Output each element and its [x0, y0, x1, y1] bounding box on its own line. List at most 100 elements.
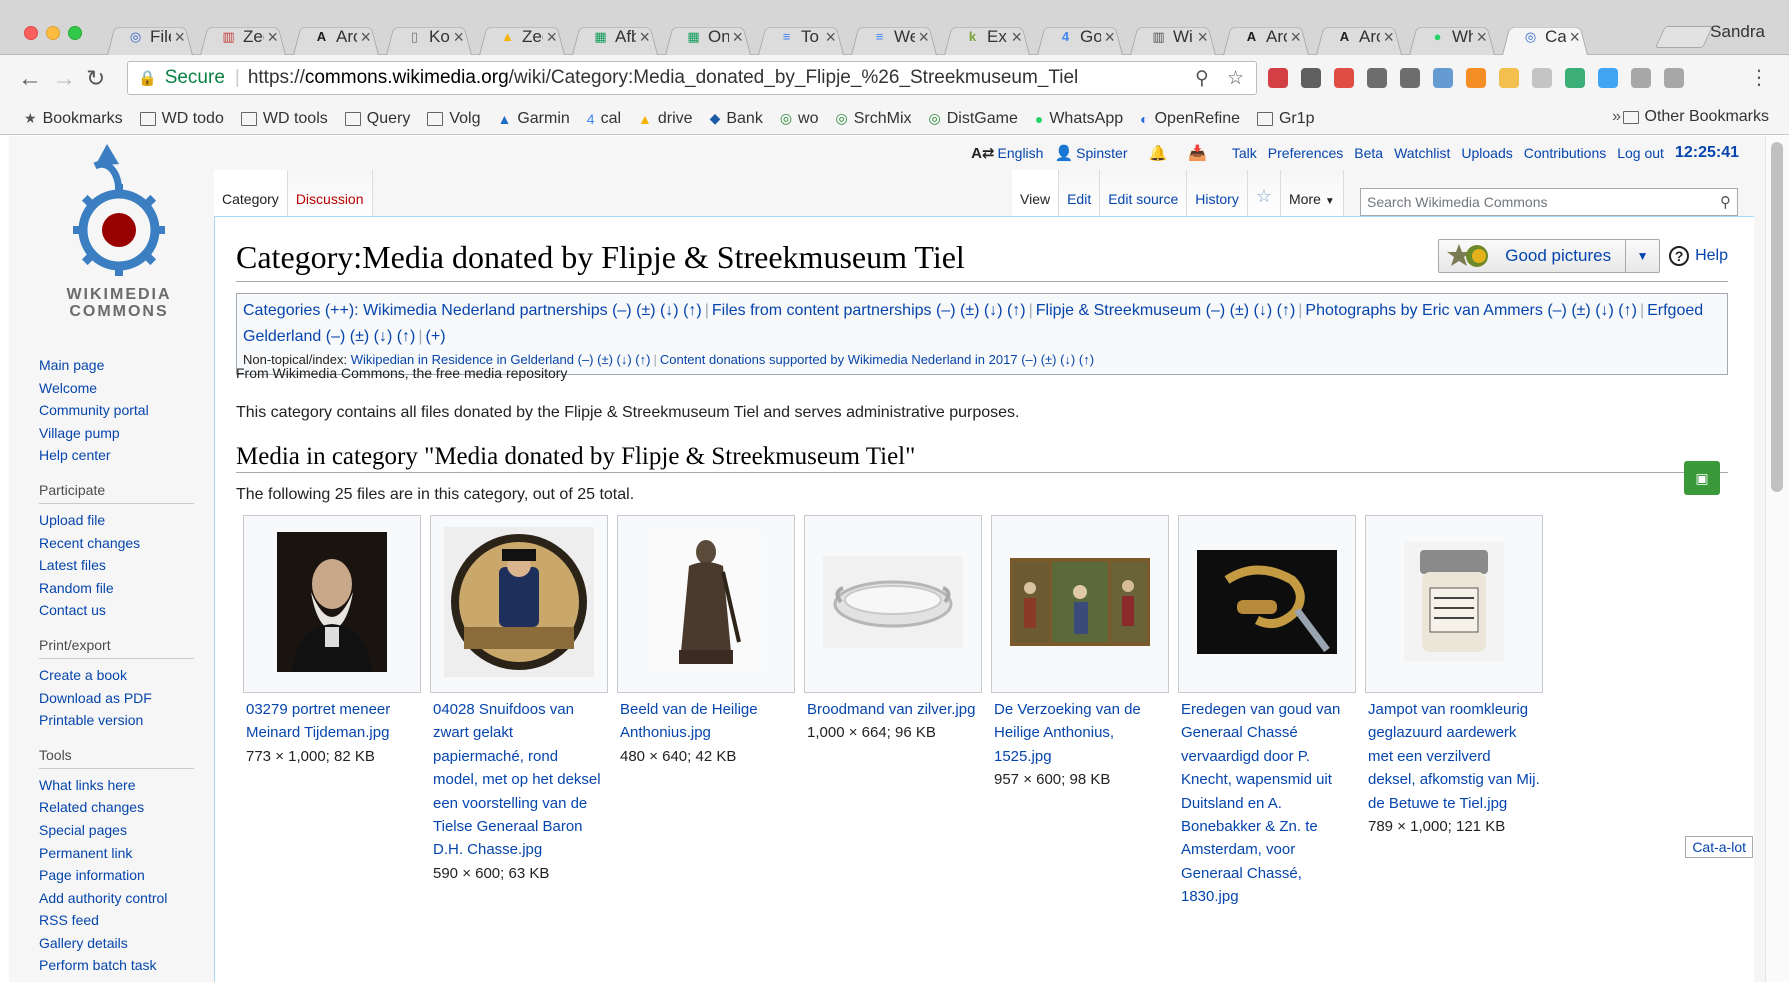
- calendar-badge-icon[interactable]: [1334, 68, 1354, 88]
- close-icon[interactable]: ×: [1569, 27, 1580, 48]
- notifications-bell-icon[interactable]: 🔔: [1149, 144, 1168, 162]
- search-icon[interactable]: ⚲: [1720, 193, 1731, 211]
- bookmark-item[interactable]: ◎ SrchMix: [836, 110, 912, 128]
- cat-a-lot-button[interactable]: Cat-a-lot: [1685, 836, 1753, 858]
- menu-icon[interactable]: ⋮: [1749, 65, 1769, 90]
- bookmark-item[interactable]: WD tools: [240, 110, 328, 128]
- minimize-window-button[interactable]: [46, 26, 60, 40]
- nontopical-category-link[interactable]: Content donations supported by Wikimedia…: [660, 352, 1018, 367]
- hotcat-tools[interactable]: (–) (±) (↓) (↑): [1206, 302, 1296, 319]
- gallery-thumbnail[interactable]: [804, 515, 982, 693]
- close-icon[interactable]: ×: [546, 27, 557, 48]
- sidebar-item-main-page[interactable]: Main page: [39, 354, 209, 377]
- good-pictures-button[interactable]: Good pictures ▼: [1438, 239, 1661, 273]
- notices-inbox-icon[interactable]: 📥: [1188, 144, 1207, 162]
- file-name-link[interactable]: Jampot van roomkleurig geglazuurd aardew…: [1368, 698, 1540, 815]
- utc-clock[interactable]: 12:25:41: [1675, 144, 1739, 162]
- sidebar-item-random-file[interactable]: Random file: [39, 577, 209, 600]
- gallery-thumbnail[interactable]: [430, 515, 608, 693]
- tab-more[interactable]: More ▼: [1280, 170, 1344, 218]
- reload-button[interactable]: ↻: [86, 65, 105, 92]
- bookmark-star-icon[interactable]: ☆: [1227, 67, 1244, 90]
- sidebar-item-contact-us[interactable]: Contact us: [39, 599, 209, 622]
- browser-tab[interactable]: ≡ To ×: [754, 18, 848, 55]
- category-link[interactable]: Flipje & Streekmuseum: [1036, 302, 1201, 319]
- evernote-icon[interactable]: [1301, 68, 1321, 88]
- personal-link-log-out[interactable]: Log out: [1617, 145, 1664, 161]
- browser-tab[interactable]: ▥ Wik×: [1126, 18, 1220, 55]
- browser-tab[interactable]: ▥ Zee×: [196, 18, 290, 55]
- tab-discussion[interactable]: Discussion: [287, 170, 373, 218]
- personal-link-contributions[interactable]: Contributions: [1524, 145, 1607, 161]
- file-name-link[interactable]: Broodmand van zilver.jpg: [807, 698, 979, 721]
- browser-tab[interactable]: 4 Goo×: [1033, 18, 1127, 55]
- zoom-window-button[interactable]: [68, 26, 82, 40]
- sidebar-item-related-changes[interactable]: Related changes: [39, 796, 209, 819]
- download-icon[interactable]: [1598, 68, 1618, 88]
- close-icon[interactable]: ×: [1197, 27, 1208, 48]
- close-icon[interactable]: ×: [1011, 27, 1022, 48]
- close-icon[interactable]: ×: [732, 27, 743, 48]
- personal-link-watchlist[interactable]: Watchlist: [1394, 145, 1450, 161]
- sidebar-item-printable-version[interactable]: Printable version: [39, 709, 209, 732]
- browser-tab[interactable]: A Arc×: [1312, 18, 1406, 55]
- leaf-icon[interactable]: [1565, 68, 1585, 88]
- sidebar-item-latest-files[interactable]: Latest files: [39, 554, 209, 577]
- pinterest-icon[interactable]: [1268, 68, 1288, 88]
- close-icon[interactable]: ×: [453, 27, 464, 48]
- sidebar-item-special-pages[interactable]: Special pages: [39, 819, 209, 842]
- close-icon[interactable]: ×: [174, 27, 185, 48]
- personal-link-beta[interactable]: Beta: [1354, 145, 1383, 161]
- reader-icon[interactable]: [1367, 68, 1387, 88]
- gallery-thumbnail[interactable]: [617, 515, 795, 693]
- hotcat-tools[interactable]: (–) (±) (↓) (↑): [1547, 302, 1637, 319]
- forward-button[interactable]: →: [52, 65, 76, 93]
- browser-tab[interactable]: ▦ Onc×: [661, 18, 755, 55]
- close-icon[interactable]: ×: [267, 27, 278, 48]
- sidebar-item-gallery-details[interactable]: Gallery details: [39, 932, 209, 955]
- bookmark-item[interactable]: ▲ Garmin: [497, 110, 569, 128]
- hotcat-tools[interactable]: (–) (±) (↓) (↑): [1021, 352, 1094, 367]
- gallery-thumbnail[interactable]: [243, 515, 421, 693]
- username-link[interactable]: Spinster: [1076, 145, 1127, 161]
- sidebar-item-permanent-link[interactable]: Permanent link: [39, 842, 209, 865]
- tab-edit[interactable]: Edit: [1059, 170, 1101, 218]
- browser-tab[interactable]: ◎ File×: [103, 18, 197, 55]
- window-icon[interactable]: [1664, 68, 1684, 88]
- browser-tab[interactable]: k Exp×: [940, 18, 1034, 55]
- search-input[interactable]: Search Wikimedia Commons ⚲: [1360, 188, 1738, 216]
- sidebar-item-what-links-here[interactable]: What links here: [39, 774, 209, 797]
- tab-history[interactable]: History: [1187, 170, 1248, 218]
- profile-name[interactable]: Sandra: [1710, 22, 1765, 42]
- categories-prefix-link[interactable]: Categories (++):: [243, 302, 359, 319]
- file-name-link[interactable]: 03279 portret meneer Meinard Tijdeman.jp…: [246, 698, 418, 745]
- sidebar-item-download-as-pdf[interactable]: Download as PDF: [39, 687, 209, 710]
- browser-tab[interactable]: ≡ We ×: [847, 18, 941, 55]
- browser-tab[interactable]: ▯ Kor×: [382, 18, 476, 55]
- bookmark-item[interactable]: ◆ Bank: [710, 110, 763, 128]
- bookmark-item[interactable]: ◎ wo: [780, 110, 819, 128]
- bookmark-item[interactable]: WD todo: [139, 110, 224, 128]
- hotcat-tools[interactable]: (–) (±) (↓) (↑): [936, 302, 1026, 319]
- gallery-thumbnail[interactable]: [1365, 515, 1543, 693]
- category-link[interactable]: Photographs by Eric van Ammers: [1305, 302, 1542, 319]
- bookmark-item[interactable]: Volg: [427, 110, 480, 128]
- help-link[interactable]: ? Help: [1669, 246, 1728, 266]
- file-name-link[interactable]: Eredegen van goud van Generaal Chassé ve…: [1181, 698, 1353, 909]
- browser-tab[interactable]: ◎ Cat×: [1498, 18, 1592, 55]
- sidebar-item-perform-batch-task[interactable]: Perform batch task: [39, 954, 209, 977]
- chart-icon[interactable]: [1466, 68, 1486, 88]
- tab-edit-source[interactable]: Edit source: [1100, 170, 1188, 218]
- sidebar-item-community-portal[interactable]: Community portal: [39, 399, 209, 422]
- sidebar-item-help-center[interactable]: Help center: [39, 444, 209, 467]
- browser-tab[interactable]: ▦ Afb ×: [568, 18, 662, 55]
- close-icon[interactable]: ×: [1383, 27, 1394, 48]
- browser-tab[interactable]: A Arc×: [289, 18, 383, 55]
- close-icon[interactable]: ×: [1476, 27, 1487, 48]
- scrollbar-thumb[interactable]: [1771, 142, 1783, 492]
- personal-link-preferences[interactable]: Preferences: [1268, 145, 1343, 161]
- gallery-thumbnail[interactable]: [1178, 515, 1356, 693]
- watch-star-icon[interactable]: ☆: [1247, 170, 1281, 218]
- bookmark-item[interactable]: ◎ DistGame: [929, 110, 1018, 128]
- close-icon[interactable]: ×: [1104, 27, 1115, 48]
